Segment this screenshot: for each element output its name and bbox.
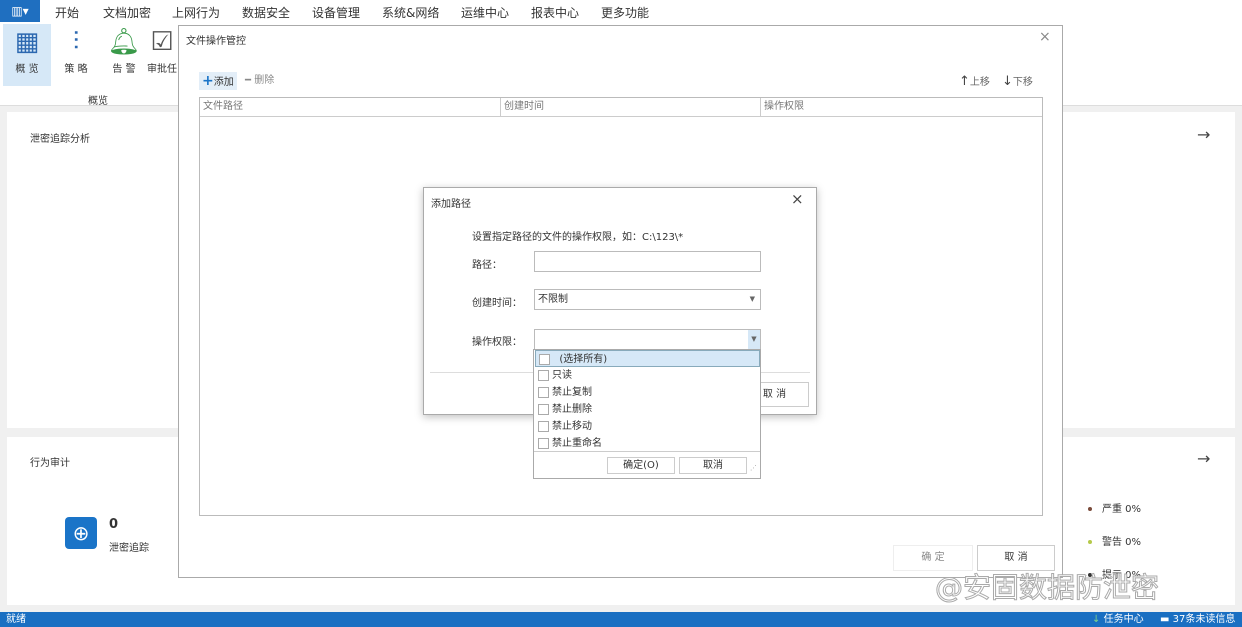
move-up-label: 上移 — [969, 77, 990, 88]
policy-button[interactable]: ⫶ 策 略 — [52, 24, 100, 86]
arrow-right-icon[interactable]: → — [1197, 125, 1210, 144]
overview-button[interactable]: ▦ 概 览 — [3, 24, 51, 86]
dropdown-item[interactable]: 禁止重命名 — [535, 435, 760, 452]
move-down-label: 下移 — [1012, 77, 1033, 88]
task-center-button[interactable]: ↓ 任务中心 — [1092, 612, 1144, 627]
chevron-down-icon: ▼ — [749, 295, 755, 303]
task-center-label: 任务中心 — [1103, 614, 1144, 625]
column-header[interactable]: 文件路径 — [203, 98, 243, 116]
arrow-down-icon: ↓ — [1002, 74, 1013, 89]
alert-button[interactable]: 🔔︎ 告 警 — [100, 24, 148, 86]
item-label: 禁止重命名 — [552, 438, 602, 449]
item-label: 禁止移动 — [552, 421, 592, 432]
target-icon: ⊕ — [65, 517, 97, 549]
minus-icon: ━ — [245, 75, 252, 86]
grid-icon: ▦ — [14, 27, 40, 57]
status-text: 就绪 — [6, 614, 26, 625]
menu-system-network[interactable]: 系统&网络 — [382, 4, 439, 21]
app-menu-button[interactable]: ▥▾ — [0, 0, 40, 22]
move-down-button[interactable]: ↓下移 — [1002, 73, 1033, 89]
dropdown-item[interactable]: 禁止删除 — [535, 401, 760, 418]
table-header: 文件路径 创建时间 操作权限 — [200, 98, 1042, 117]
checkbox[interactable] — [538, 370, 549, 381]
created-time-label: 创建时间： — [472, 298, 522, 309]
menu-bar: ▥▾ 开始 文档加密 上网行为 数据安全 设备管理 系统&网络 运维中心 报表中… — [0, 0, 1242, 24]
plus-icon: + — [202, 73, 214, 89]
item-label: 禁止复制 — [552, 387, 592, 398]
panel-title: 泄密追踪分析 — [30, 134, 90, 145]
dialog-title: 文件操作管控 — [186, 36, 246, 47]
close-icon[interactable]: × — [1039, 29, 1051, 45]
column-header[interactable]: 创建时间 — [500, 98, 544, 116]
menu-start[interactable]: 开始 — [55, 4, 79, 21]
move-up-button[interactable]: ↑上移 — [959, 73, 990, 89]
approval-button[interactable]: ☑ 审批任 — [146, 24, 178, 86]
item-label: 禁止删除 — [552, 404, 592, 415]
permission-label: 操作权限： — [472, 337, 522, 348]
checkbox[interactable] — [539, 354, 550, 365]
arrow-up-icon: ↑ — [959, 74, 970, 89]
menu-more[interactable]: 更多功能 — [601, 4, 649, 21]
legend-dot — [1088, 507, 1092, 511]
unread-label: 37条未读信息 — [1172, 614, 1236, 625]
menu-doc-encrypt[interactable]: 文档加密 — [103, 4, 151, 21]
mail-icon: ▬ — [1160, 614, 1170, 625]
checkbox[interactable] — [538, 404, 549, 415]
checkbox[interactable] — [538, 387, 549, 398]
chevron-down-icon: ▼ — [748, 330, 760, 349]
add-label: 添加 — [213, 77, 234, 88]
created-time-value: 不限制 — [538, 294, 568, 305]
alert-label: 告 警 — [112, 64, 136, 75]
resize-grip-icon[interactable]: ⋰ — [750, 464, 757, 472]
path-label: 路径： — [472, 260, 502, 271]
legend-label: 严重 0% — [1102, 504, 1142, 515]
overview-label: 概 览 — [15, 64, 39, 75]
dropdown-item[interactable]: 只读 — [535, 367, 760, 384]
dropdown-cancel-button[interactable]: 取消 — [679, 457, 747, 474]
legend-item: 警告 0% — [1088, 533, 1141, 548]
unread-messages-button[interactable]: ▬ 37条未读信息 — [1160, 612, 1235, 627]
permission-select[interactable]: ▼ — [534, 329, 761, 350]
menu-ops-center[interactable]: 运维中心 — [461, 4, 509, 21]
delete-label: 删除 — [254, 75, 275, 86]
watermark: @安固数据防泄密 — [934, 571, 1160, 605]
bell-icon: 🔔︎ — [107, 27, 141, 57]
delete-button[interactable]: ━ 删除 — [245, 72, 274, 90]
column-header[interactable]: 操作权限 — [760, 98, 804, 116]
dropdown-ok-button[interactable]: 确定(O) — [607, 457, 675, 474]
legend-item: 严重 0% — [1088, 500, 1141, 515]
approval-label: 审批任 — [147, 64, 177, 75]
item-label: 只读 — [552, 370, 572, 381]
ribbon-group-label: 概览 — [88, 96, 108, 107]
legend-label: 警告 0% — [1102, 537, 1142, 548]
stat-label: 泄密追踪 — [109, 543, 149, 554]
created-time-select[interactable]: 不限制 ▼ — [534, 289, 761, 310]
legend-dot — [1088, 540, 1092, 544]
status-bar: 就绪 ↓ 任务中心 ▬ 37条未读信息 — [0, 612, 1242, 627]
item-label: (选择所有) — [559, 354, 608, 365]
policy-label: 策 略 — [64, 64, 88, 75]
download-icon: ↓ — [1092, 614, 1101, 625]
menu-data-security[interactable]: 数据安全 — [242, 4, 291, 24]
sliders-icon: ⫶ — [72, 27, 80, 57]
arrow-right-icon[interactable]: → — [1197, 449, 1210, 468]
clipboard-check-icon: ☑ — [150, 27, 174, 57]
dropdown-item[interactable]: 禁止移动 — [535, 418, 760, 435]
add-button[interactable]: +添加 — [199, 72, 237, 90]
divider — [534, 451, 760, 452]
menu-web-behavior[interactable]: 上网行为 — [172, 4, 220, 21]
close-icon[interactable]: × — [791, 190, 804, 208]
checkbox[interactable] — [538, 421, 549, 432]
dropdown-item-select-all[interactable]: (选择所有) — [535, 350, 760, 367]
dialog-title: 添加路径 — [431, 199, 471, 210]
menu-device[interactable]: 设备管理 — [312, 4, 360, 21]
path-input[interactable] — [534, 251, 761, 272]
panel-title: 行为审计 — [30, 458, 70, 469]
permission-dropdown: (选择所有) 只读 禁止复制 禁止删除 禁止移动 禁止重命名 确定(O) 取消 … — [533, 349, 761, 479]
stat-value: 0 — [109, 517, 119, 532]
checkbox[interactable] — [538, 438, 549, 449]
hint-text: 设置指定路径的文件的操作权限，如：C:\123\* — [472, 232, 684, 243]
menu-report-center[interactable]: 报表中心 — [531, 4, 579, 21]
dropdown-item[interactable]: 禁止复制 — [535, 384, 760, 401]
